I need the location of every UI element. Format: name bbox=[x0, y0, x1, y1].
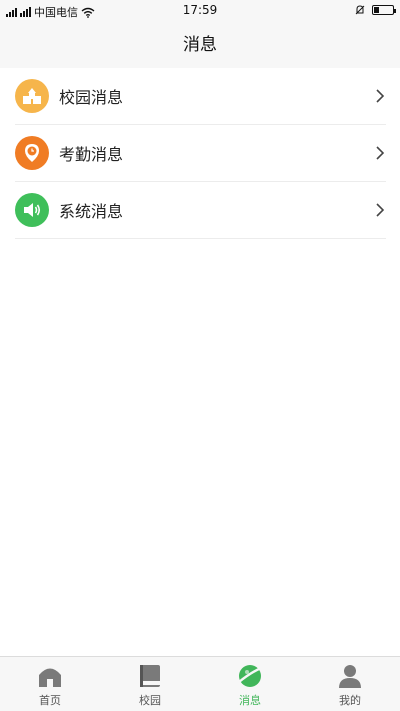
tab-label: 消息 bbox=[239, 694, 261, 707]
list-item-label: 考勤消息 bbox=[59, 145, 124, 164]
status-right bbox=[354, 4, 396, 16]
book-icon bbox=[140, 665, 160, 687]
chevron-right-icon bbox=[376, 146, 385, 160]
home-icon bbox=[39, 668, 61, 687]
message-list: 校园消息 考勤消息 系统消息 bbox=[0, 68, 400, 656]
tab-home[interactable]: 首页 bbox=[0, 657, 100, 711]
list-item-system-messages[interactable]: 系统消息 bbox=[15, 182, 386, 239]
list-item-label: 系统消息 bbox=[59, 202, 124, 221]
status-time: 17:59 bbox=[182, 3, 218, 17]
chevron-right-icon bbox=[376, 89, 385, 103]
planet-icon bbox=[238, 665, 262, 687]
clock-pin-icon bbox=[15, 136, 49, 170]
list-item-attendance-messages[interactable]: 考勤消息 bbox=[15, 125, 386, 182]
tab-label: 首页 bbox=[39, 694, 61, 707]
tab-label: 校园 bbox=[139, 694, 161, 707]
speaker-icon bbox=[15, 193, 49, 227]
school-building-icon bbox=[15, 79, 49, 113]
battery-icon bbox=[372, 5, 396, 15]
tab-mine[interactable]: 我的 bbox=[300, 657, 400, 711]
chevron-right-icon bbox=[376, 203, 385, 217]
page-title: 消息 bbox=[0, 22, 400, 68]
status-bar: 中国电信 17:59 bbox=[0, 0, 400, 22]
bottom-tab-bar: 首页 校园 消息 我的 bbox=[0, 656, 400, 711]
list-item-campus-messages[interactable]: 校园消息 bbox=[15, 68, 386, 125]
tab-label: 我的 bbox=[339, 694, 361, 707]
tab-campus[interactable]: 校园 bbox=[100, 657, 200, 711]
mute-bell-icon bbox=[355, 5, 365, 15]
tab-messages[interactable]: 消息 bbox=[200, 657, 300, 711]
person-icon bbox=[339, 665, 361, 688]
list-item-label: 校园消息 bbox=[59, 88, 124, 107]
